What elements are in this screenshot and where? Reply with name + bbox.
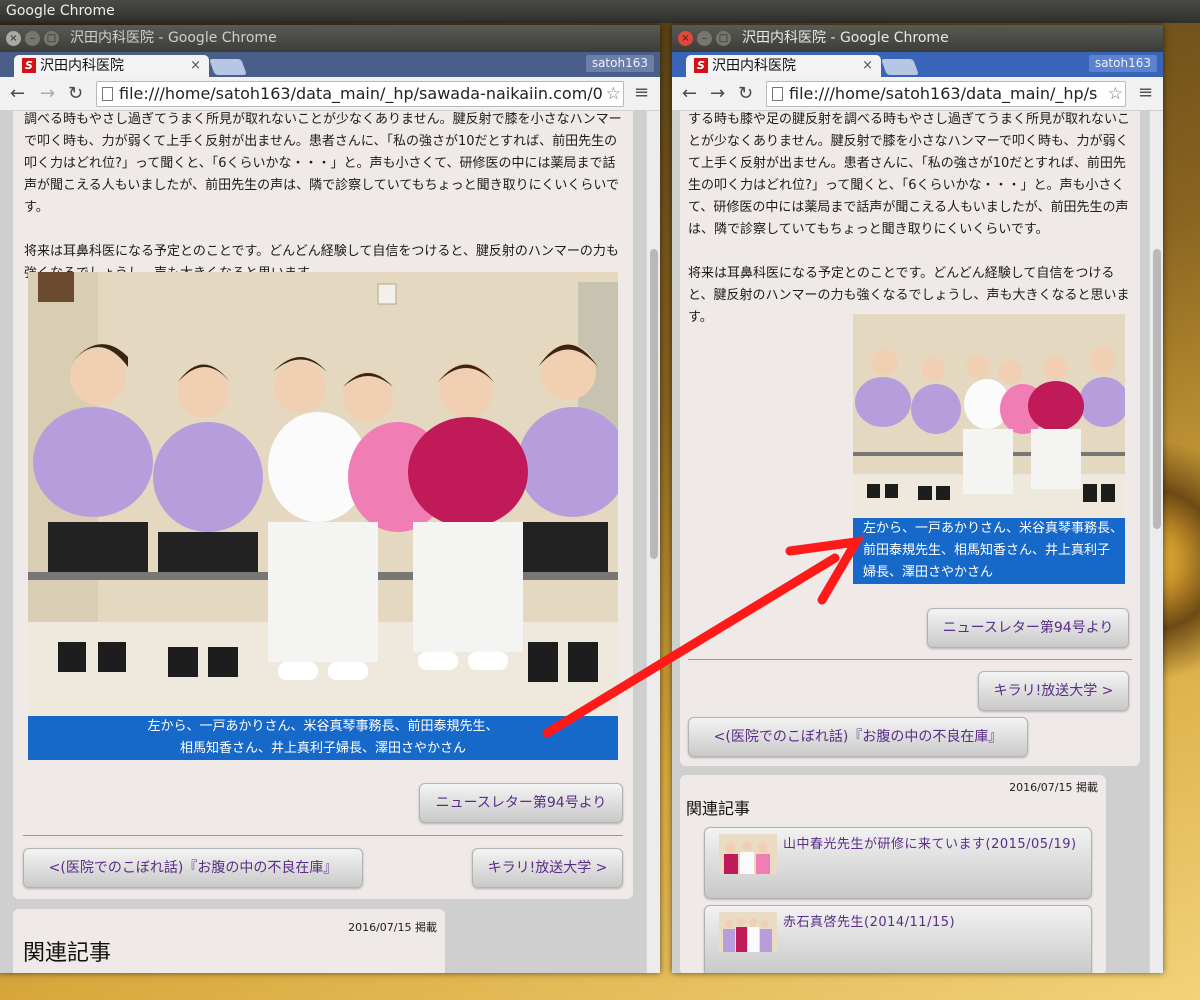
caption-line: 左から、一戸あかりさん、米谷真琴事務長、前田泰規先生、 [147, 719, 499, 734]
related-heading: 関連記事 [686, 799, 751, 818]
related-item-label: 山中春光先生が研修に来ています(2015/05/19) [783, 837, 1077, 852]
related-thumbnail [719, 912, 777, 952]
tab-close-icon[interactable]: × [862, 55, 873, 77]
url-text: file:///home/satoh163/data_main/_hp/s [789, 84, 1098, 103]
browser-window-right: × – □ 沢田内科医院 - Google Chrome S 沢田内科医院 × … [672, 25, 1163, 973]
tab-title: 沢田内科医院 [40, 58, 124, 74]
tab-clinic[interactable]: S 沢田内科医院 × [14, 55, 209, 77]
page-icon [102, 87, 113, 101]
tab-close-icon[interactable]: × [190, 55, 201, 77]
forward-icon[interactable]: → [710, 83, 725, 105]
close-icon[interactable]: × [6, 31, 21, 46]
new-tab-button[interactable] [881, 59, 919, 75]
maximize-icon[interactable]: □ [44, 31, 59, 46]
tab-bar: S 沢田内科医院 × satoh163 [0, 52, 660, 77]
related-item-label: 赤石真啓先生(2014/11/15) [783, 915, 956, 930]
browser-window-left: × – □ 沢田内科医院 - Google Chrome S 沢田内科医院 × … [0, 25, 660, 973]
caption-line: 前田泰規先生、相馬知香さん、井上真利子 [863, 543, 1111, 558]
tab-title: 沢田内科医院 [712, 58, 796, 74]
reload-icon[interactable]: ↻ [68, 83, 83, 105]
photo-caption: 左から、一戸あかりさん、米谷真琴事務長、前田泰規先生、 相馬知香さん、井上真利子… [28, 716, 618, 760]
maximize-icon[interactable]: □ [716, 31, 731, 46]
newsletter-button[interactable]: ニュースレター第94号より [419, 783, 623, 823]
window-titlebar: × – □ 沢田内科医院 - Google Chrome [672, 25, 1163, 52]
reload-icon[interactable]: ↻ [738, 83, 753, 105]
divider [688, 659, 1132, 660]
article-paragraph: する時も膝や足の腱反射を調べる時もやさし過ぎてうまく所見が取れないことが少なくあ… [688, 112, 1131, 237]
photo-caption: 左から、一戸あかりさん、米谷真琴事務長、 前田泰規先生、相馬知香さん、井上真利子… [853, 518, 1125, 584]
window-titlebar: × – □ 沢田内科医院 - Google Chrome [0, 25, 660, 52]
related-card: 2016/07/15 掲載 関連記事 山中春光先生が研修に来ています(2015/… [680, 775, 1106, 973]
article-paragraph: 調べる時もやさし過ぎてうまく所見が取れないことが少なくありません。腱反射で膝を小… [24, 112, 622, 215]
page-icon [772, 87, 783, 101]
menu-icon[interactable]: ≡ [634, 82, 649, 103]
related-item[interactable]: 山中春光先生が研修に来ています(2015/05/19) [704, 827, 1092, 899]
minimize-icon[interactable]: – [697, 31, 712, 46]
new-tab-button[interactable] [209, 59, 247, 75]
window-title: 沢田内科医院 - Google Chrome [742, 30, 949, 46]
newsletter-button[interactable]: ニュースレター第94号より [927, 608, 1129, 648]
address-bar[interactable]: file:///home/satoh163/data_main/_hp/s ☆ [766, 81, 1126, 107]
browser-toolbar: ← → ↻ file:///home/satoh163/data_main/_h… [0, 77, 660, 111]
scrollbar-thumb[interactable] [1153, 249, 1161, 529]
related-card: 2016/07/15 掲載 関連記事 [13, 909, 445, 973]
profile-badge[interactable]: satoh163 [1088, 55, 1157, 72]
caption-line: 左から、一戸あかりさん、米谷真琴事務長、 [863, 521, 1124, 536]
page-viewport: 調べる時もやさし過ぎてうまく所見が取れないことが少なくありません。腱反射で膝を小… [0, 111, 660, 973]
tab-bar: S 沢田内科医院 × satoh163 [672, 52, 1163, 77]
posted-date: 2016/07/15 掲載 [1009, 781, 1098, 794]
next-article-button[interactable]: キラリ!放送大学 > [472, 848, 623, 888]
scrollbar-thumb[interactable] [650, 249, 658, 559]
url-text: file:///home/satoh163/data_main/_hp/sawa… [119, 84, 603, 103]
caption-line: 相馬知香さん、井上真利子婦長、澤田さやかさん [179, 741, 466, 756]
prev-article-button[interactable]: <(医院でのこぼれ話)『お腹の中の不良在庫』 [23, 848, 363, 888]
posted-date: 2016/07/15 掲載 [348, 921, 437, 934]
article-card: 調べる時もやさし過ぎてうまく所見が取れないことが少なくありません。腱反射で膝を小… [13, 111, 633, 899]
profile-badge[interactable]: satoh163 [585, 55, 654, 72]
caption-line: 婦長、澤田さやかさん [863, 565, 994, 580]
related-heading: 関連記事 [23, 941, 112, 966]
minimize-icon[interactable]: – [25, 31, 40, 46]
address-bar[interactable]: file:///home/satoh163/data_main/_hp/sawa… [96, 81, 624, 107]
tab-clinic[interactable]: S 沢田内科医院 × [686, 55, 881, 77]
forward-icon[interactable]: → [40, 83, 55, 105]
window-title: 沢田内科医院 - Google Chrome [70, 30, 277, 46]
divider [23, 835, 623, 836]
next-article-button[interactable]: キラリ!放送大学 > [978, 671, 1129, 711]
menu-icon[interactable]: ≡ [1138, 82, 1153, 103]
related-thumbnail [719, 834, 777, 874]
browser-toolbar: ← → ↻ file:///home/satoh163/data_main/_h… [672, 77, 1163, 111]
scrollbar[interactable] [646, 111, 660, 973]
staff-photo [28, 272, 618, 716]
scrollbar[interactable] [1149, 111, 1163, 973]
related-item[interactable]: 赤石真啓先生(2014/11/15) [704, 905, 1092, 973]
back-icon[interactable]: ← [10, 83, 25, 105]
bookmark-star-icon[interactable]: ☆ [1105, 82, 1123, 106]
desktop-app-title: Google Chrome [0, 0, 1200, 23]
clinic-logo-icon: S [22, 58, 36, 73]
page-viewport: する時も膝や足の腱反射を調べる時もやさし過ぎてうまく所見が取れないことが少なくあ… [672, 111, 1163, 973]
staff-photo [853, 314, 1125, 518]
bookmark-star-icon[interactable]: ☆ [603, 82, 621, 106]
close-icon[interactable]: × [678, 31, 693, 46]
article-card: する時も膝や足の腱反射を調べる時もやさし過ぎてうまく所見が取れないことが少なくあ… [680, 111, 1140, 766]
clinic-logo-icon: S [694, 58, 708, 73]
back-icon[interactable]: ← [682, 83, 697, 105]
prev-article-button[interactable]: <(医院でのこぼれ話)『お腹の中の不良在庫』 [688, 717, 1028, 757]
